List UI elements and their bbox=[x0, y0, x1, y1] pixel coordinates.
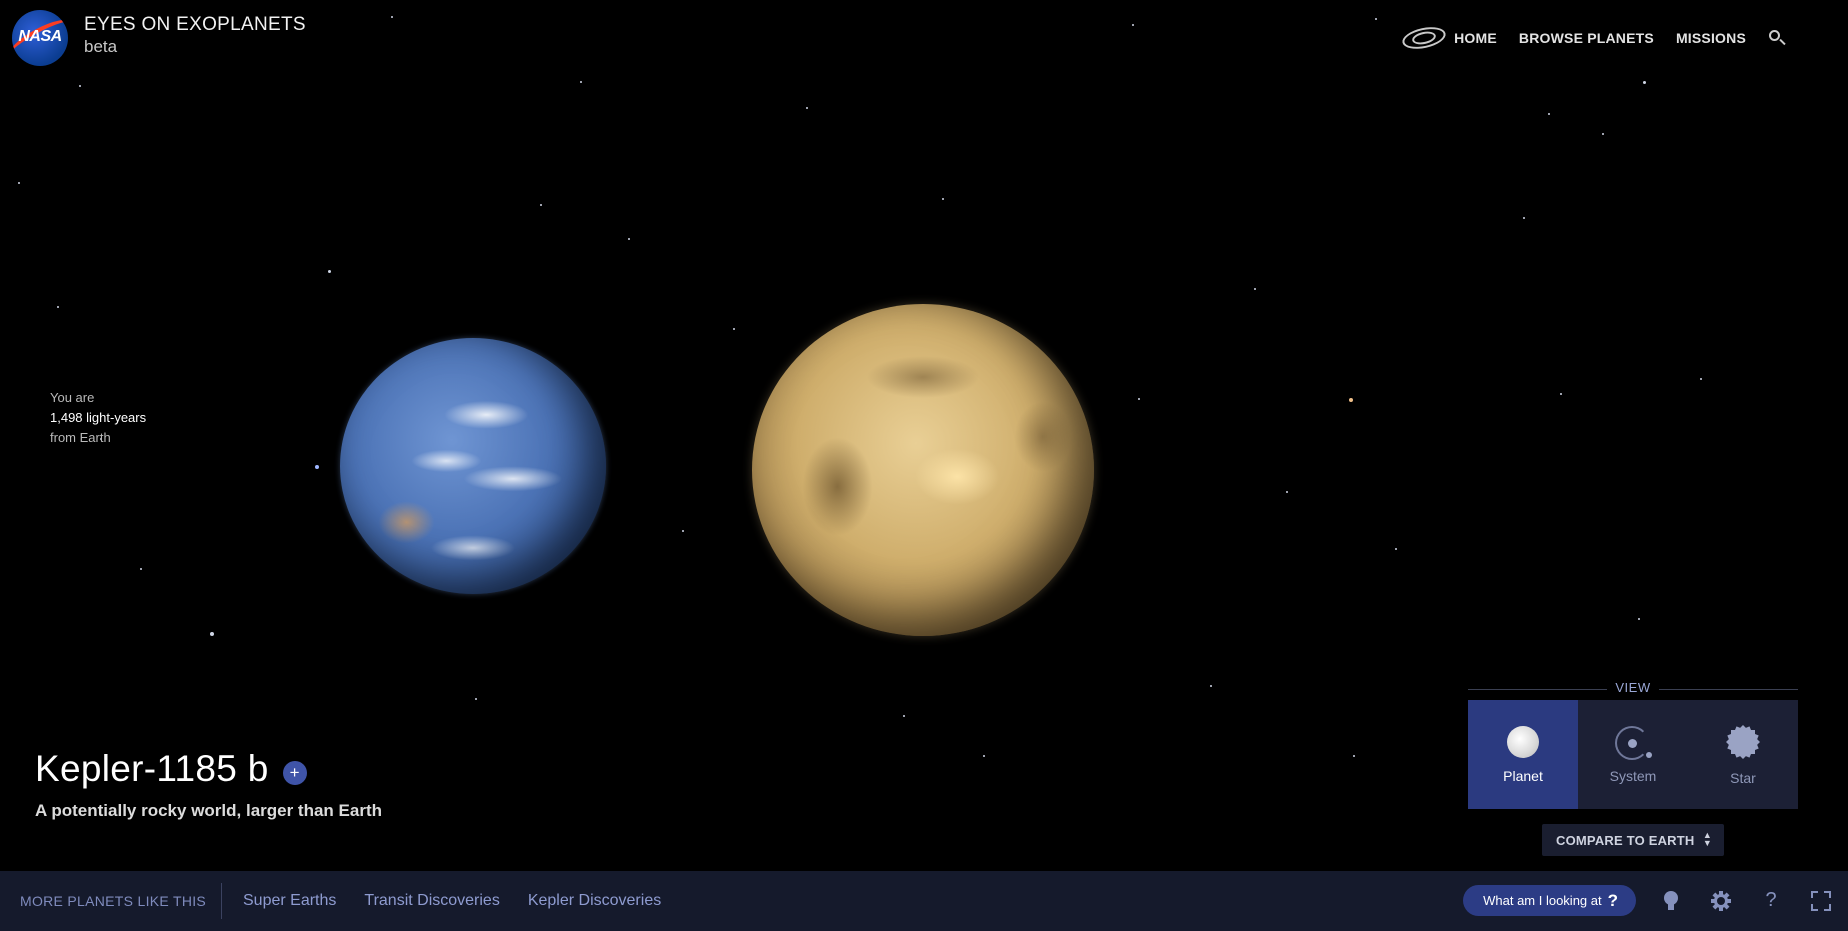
view-planet-button[interactable]: Planet bbox=[1468, 700, 1578, 809]
planet-icon bbox=[1507, 725, 1539, 758]
select-arrows-icon: ▲ ▼ bbox=[1702, 830, 1712, 848]
bottom-controls: What am I looking at ? ? bbox=[1463, 885, 1836, 916]
compare-to-earth-select[interactable]: COMPARE TO EARTH ▲ ▼ bbox=[1542, 824, 1724, 856]
fullscreen-icon[interactable] bbox=[1806, 886, 1836, 916]
related-links: Super Earths Transit Discoveries Kepler … bbox=[222, 892, 661, 910]
link-super-earths[interactable]: Super Earths bbox=[243, 892, 336, 910]
view-planet-label: Planet bbox=[1503, 767, 1543, 784]
help-icon[interactable]: ? bbox=[1756, 886, 1786, 916]
distance-prefix: You are bbox=[50, 390, 95, 405]
view-label: VIEW bbox=[1468, 680, 1798, 698]
lightbulb-icon[interactable] bbox=[1656, 886, 1686, 916]
planet-title-row: Kepler-1185 b + bbox=[35, 748, 307, 790]
compare-label: COMPARE TO EARTH bbox=[1556, 832, 1695, 848]
help-pill-label: What am I looking at bbox=[1483, 893, 1602, 908]
header: NASA EYES ON EXOPLANETS beta HOME BROWSE… bbox=[0, 0, 1848, 80]
link-kepler-discoveries[interactable]: Kepler Discoveries bbox=[528, 892, 661, 910]
view-selector: Planet System Star bbox=[1468, 700, 1798, 809]
link-transit-discoveries[interactable]: Transit Discoveries bbox=[364, 892, 499, 910]
what-am-i-looking-at-button[interactable]: What am I looking at ? bbox=[1463, 885, 1636, 916]
view-label-text: VIEW bbox=[1607, 680, 1659, 695]
nasa-logo[interactable]: NASA bbox=[12, 10, 68, 66]
bottom-bar: MORE PLANETS LIKE THIS Super Earths Tran… bbox=[0, 871, 1848, 931]
nav-browse-planets[interactable]: BROWSE PLANETS bbox=[1519, 30, 1654, 46]
earth-globe[interactable] bbox=[340, 338, 606, 594]
view-system-button[interactable]: System bbox=[1578, 700, 1688, 809]
distance-suffix: from Earth bbox=[50, 430, 111, 445]
view-star-button[interactable]: Star bbox=[1688, 700, 1798, 809]
nasa-logo-text: NASA bbox=[18, 28, 62, 45]
app-title[interactable]: EYES ON EXOPLANETS bbox=[84, 14, 306, 36]
question-icon: ? bbox=[1607, 890, 1618, 910]
more-planets-label: MORE PLANETS LIKE THIS bbox=[0, 883, 222, 919]
search-icon[interactable] bbox=[1768, 28, 1788, 48]
gear-icon[interactable] bbox=[1706, 886, 1736, 916]
planet-name: Kepler-1185 b bbox=[35, 748, 269, 789]
system-icon bbox=[1613, 725, 1653, 760]
distance-readout: You are 1,498 light-years from Earth bbox=[50, 388, 146, 448]
top-nav: HOME BROWSE PLANETS MISSIONS bbox=[1400, 23, 1788, 53]
nav-missions[interactable]: MISSIONS bbox=[1676, 30, 1746, 46]
add-planet-button[interactable]: + bbox=[282, 761, 307, 785]
distance-value: 1,498 light-years bbox=[50, 410, 147, 425]
galaxy-icon[interactable] bbox=[1400, 23, 1448, 53]
view-system-label: System bbox=[1609, 767, 1657, 784]
app-subtitle: beta bbox=[84, 37, 118, 56]
view-star-label: Star bbox=[1730, 769, 1756, 786]
star-icon bbox=[1725, 724, 1761, 760]
planet-tagline: A potentially rocky world, larger than E… bbox=[35, 801, 382, 820]
nav-home[interactable]: HOME bbox=[1454, 30, 1497, 46]
exoplanet-globe[interactable] bbox=[752, 304, 1094, 636]
